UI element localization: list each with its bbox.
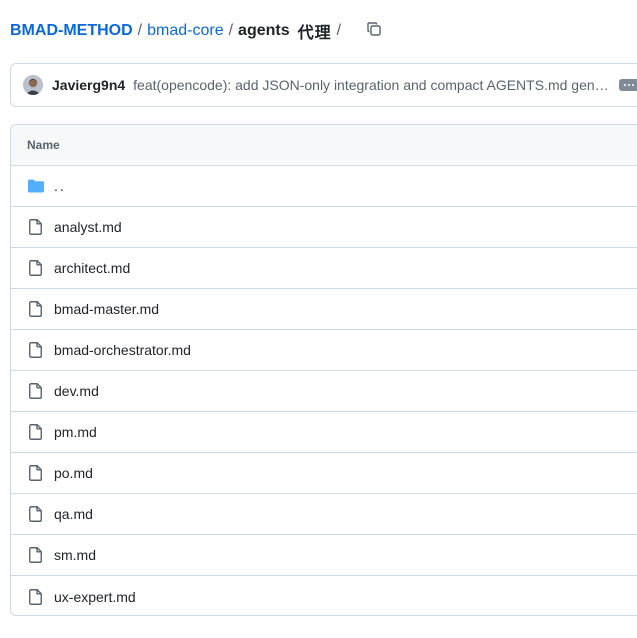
breadcrumb-current-folder: agents: [238, 22, 290, 39]
file-table: Name .. analyst.md architect.md bmad-mas…: [10, 124, 637, 616]
commit-message-link[interactable]: feat(opencode): add JSON-only integratio…: [133, 77, 610, 93]
file-row[interactable]: pm.md: [11, 412, 637, 453]
file-icon: [27, 259, 45, 277]
copy-path-button[interactable]: [360, 17, 388, 45]
file-row[interactable]: qa.md: [11, 494, 637, 535]
file-name-link[interactable]: dev.md: [54, 383, 99, 399]
table-header-name: Name: [11, 125, 637, 166]
parent-directory-label[interactable]: ..: [54, 178, 66, 194]
page: BMAD-METHOD / bmad-core / agents 代理 / Ja…: [0, 0, 637, 638]
avatar-icon[interactable]: [23, 75, 43, 95]
breadcrumb-separator: /: [137, 22, 143, 39]
file-name-link[interactable]: bmad-orchestrator.md: [54, 342, 191, 358]
file-row[interactable]: architect.md: [11, 248, 637, 289]
parent-directory-row[interactable]: ..: [11, 166, 637, 207]
file-row[interactable]: po.md: [11, 453, 637, 494]
copy-icon: [366, 21, 382, 42]
file-name-link[interactable]: sm.md: [54, 547, 96, 563]
file-row[interactable]: ux-expert.md: [11, 576, 637, 615]
file-row[interactable]: dev.md: [11, 371, 637, 412]
folder-icon: [27, 177, 45, 195]
file-icon: [27, 341, 45, 359]
file-name-link[interactable]: architect.md: [54, 260, 130, 276]
file-icon: [27, 382, 45, 400]
file-row[interactable]: analyst.md: [11, 207, 637, 248]
file-icon: [27, 423, 45, 441]
file-icon: [27, 505, 45, 523]
file-icon: [27, 218, 45, 236]
file-row[interactable]: bmad-master.md: [11, 289, 637, 330]
file-name-link[interactable]: bmad-master.md: [54, 301, 159, 317]
file-icon: [27, 588, 45, 606]
breadcrumb-folder-link[interactable]: bmad-core: [147, 22, 223, 40]
file-name-link[interactable]: po.md: [54, 465, 93, 481]
file-row[interactable]: bmad-orchestrator.md: [11, 330, 637, 371]
latest-commit-bar: Javierg9n4 feat(opencode): add JSON-only…: [10, 63, 637, 107]
breadcrumb-separator: /: [228, 22, 234, 39]
file-icon: [27, 546, 45, 564]
breadcrumb-separator: /: [336, 22, 342, 39]
breadcrumb-annotation: 代理: [297, 25, 332, 42]
file-name-link[interactable]: analyst.md: [54, 219, 122, 235]
file-name-link[interactable]: qa.md: [54, 506, 93, 522]
file-name-link[interactable]: pm.md: [54, 424, 97, 440]
file-row[interactable]: sm.md: [11, 535, 637, 576]
file-name-link[interactable]: ux-expert.md: [54, 589, 136, 605]
file-icon: [27, 464, 45, 482]
breadcrumb: BMAD-METHOD / bmad-core / agents 代理 /: [10, 18, 388, 44]
ellipsis-icon[interactable]: [619, 79, 637, 91]
file-icon: [27, 300, 45, 318]
commit-author-link[interactable]: Javierg9n4: [52, 77, 125, 93]
breadcrumb-repo-link[interactable]: BMAD-METHOD: [10, 22, 133, 40]
